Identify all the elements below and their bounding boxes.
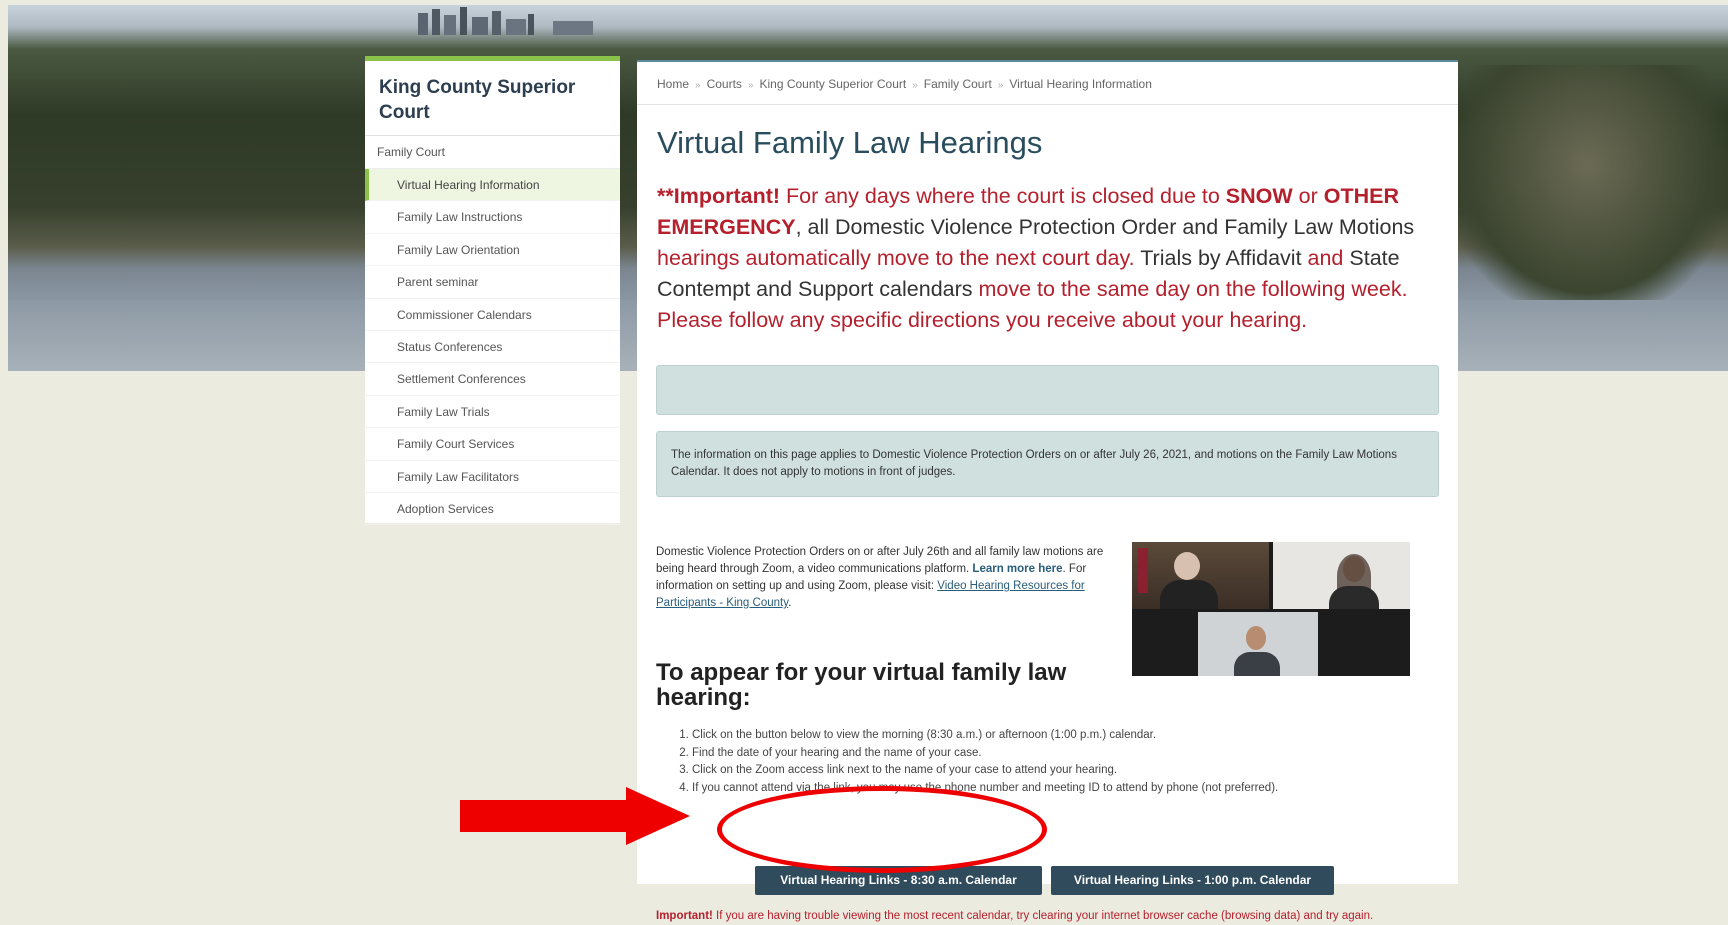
sidebar-item-family-law-trials[interactable]: Family Law Trials — [365, 396, 620, 429]
breadcrumb-separator-icon: » — [747, 80, 754, 91]
sidebar-item-parent-seminar[interactable]: Parent seminar — [365, 266, 620, 299]
breadcrumb-current: Virtual Hearing Information — [1009, 77, 1152, 91]
zoom-info-paragraph: Domestic Violence Protection Orders on o… — [656, 544, 1116, 612]
cache-note: Important! If you are having trouble vie… — [656, 908, 1446, 925]
breadcrumb-courts[interactable]: Courts — [707, 77, 742, 91]
learn-more-link[interactable]: Learn more here — [972, 563, 1062, 575]
empty-callout-box — [656, 365, 1439, 415]
sidebar-item-commissioner-calendars[interactable]: Commissioner Calendars — [365, 299, 620, 331]
notice-text: hearings automatically move to the next … — [657, 246, 1135, 270]
zoom-info-text: . — [788, 597, 792, 609]
note-text: If you are having trouble viewing the mo… — [712, 910, 1374, 922]
appear-heading: To appear for your virtual family law he… — [656, 659, 1067, 711]
notice-text: , all Domestic Violence Protection Order… — [795, 215, 1415, 239]
note-important-label: Important! — [656, 910, 713, 922]
person-silhouette-icon — [1174, 552, 1200, 580]
afternoon-calendar-button[interactable]: Virtual Hearing Links - 1:00 p.m. Calend… — [1051, 866, 1334, 895]
important-label: **Important! — [657, 184, 781, 208]
person-body — [1234, 652, 1280, 676]
list-item: Find the date of your hearing and the na… — [692, 745, 1442, 763]
sidebar-item-virtual-hearing-information[interactable]: Virtual Hearing Information — [365, 169, 620, 202]
sidebar-item-settlement-conferences[interactable]: Settlement Conferences — [365, 363, 620, 396]
sidebar-item-family-law-facilitators[interactable]: Family Law Facilitators — [365, 461, 620, 493]
sidebar-nav: King County Superior Court Family Court … — [365, 56, 620, 526]
video-tile-participant — [1273, 542, 1410, 609]
sidebar-title[interactable]: King County Superior Court — [365, 61, 620, 136]
sidebar-item-adoption-services[interactable]: Adoption Services — [365, 493, 620, 526]
breadcrumb-separator-icon: » — [997, 80, 1004, 91]
breadcrumb-separator-icon: » — [912, 80, 918, 91]
breadcrumb: Home » Courts » King County Superior Court » F… — [637, 62, 1458, 105]
sidebar-item-family-court[interactable]: Family Court — [365, 136, 620, 169]
notice-text: For any days where the court is closed d… — [780, 184, 1226, 208]
breadcrumb-family-court[interactable]: Family Court — [924, 77, 992, 91]
person-body — [1160, 580, 1218, 609]
hillside-houses — [1448, 65, 1728, 315]
red-circle-annotation — [717, 786, 1047, 873]
instructions-list: Click on the button below to view the mo… — [677, 727, 1442, 797]
list-item: Click on the Zoom access link next to th… — [692, 762, 1442, 780]
notice-text: and — [1301, 246, 1350, 270]
red-arrow-annotation — [460, 787, 690, 845]
snow-emphasis: SNOW — [1225, 184, 1293, 208]
scope-callout: The information on this page applies to … — [656, 431, 1439, 497]
flag-decoration — [1138, 548, 1148, 593]
sidebar-item-family-court-services[interactable]: Family Court Services — [365, 428, 620, 461]
breadcrumb-king-county-superior-court[interactable]: King County Superior Court — [759, 77, 906, 91]
page-title: Virtual Family Law Hearings — [657, 125, 1043, 160]
emergency-notice: **Important! For any days where the cour… — [657, 181, 1437, 336]
notice-text: or — [1292, 184, 1324, 208]
video-tile-attorney — [1198, 612, 1318, 676]
person-body — [1329, 586, 1379, 609]
city-skyline — [418, 7, 593, 35]
person-silhouette-icon — [1246, 626, 1266, 650]
breadcrumb-separator-icon: » — [695, 80, 701, 91]
main-content: Home » Courts » King County Superior Court » F… — [637, 60, 1458, 922]
sidebar-item-status-conferences[interactable]: Status Conferences — [365, 331, 620, 364]
notice-text: Trials by Affidavit — [1134, 246, 1302, 270]
sidebar-item-family-law-orientation[interactable]: Family Law Orientation — [365, 234, 620, 267]
video-tile-judge — [1132, 542, 1269, 609]
sidebar-item-family-law-instructions[interactable]: Family Law Instructions — [365, 201, 620, 234]
zoom-hearing-photo — [1132, 542, 1410, 676]
breadcrumb-home[interactable]: Home — [657, 77, 689, 91]
list-item: Click on the button below to view the mo… — [692, 727, 1442, 745]
